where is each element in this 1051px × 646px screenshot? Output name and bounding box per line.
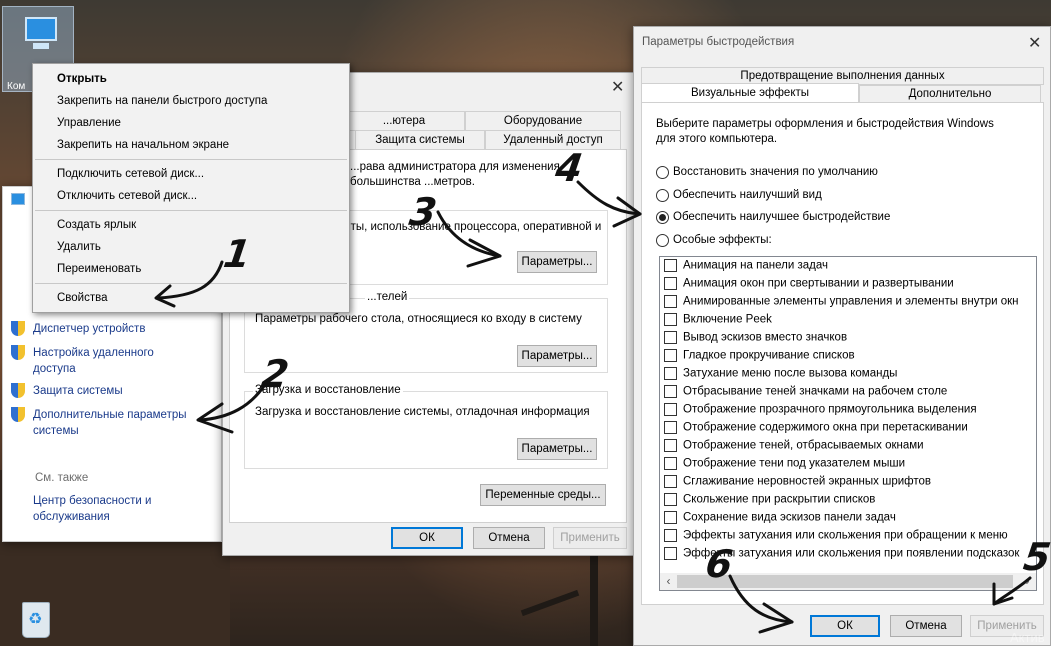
annotation-arrows (154, 180, 1032, 634)
annotation-step-5: 5 (1020, 535, 1051, 579)
arrow-4 (576, 180, 642, 216)
arrow-2 (198, 384, 266, 422)
activation-watermark: Актив (1010, 630, 1045, 645)
arrow-1 (156, 260, 224, 300)
arrow-5 (992, 576, 1032, 606)
